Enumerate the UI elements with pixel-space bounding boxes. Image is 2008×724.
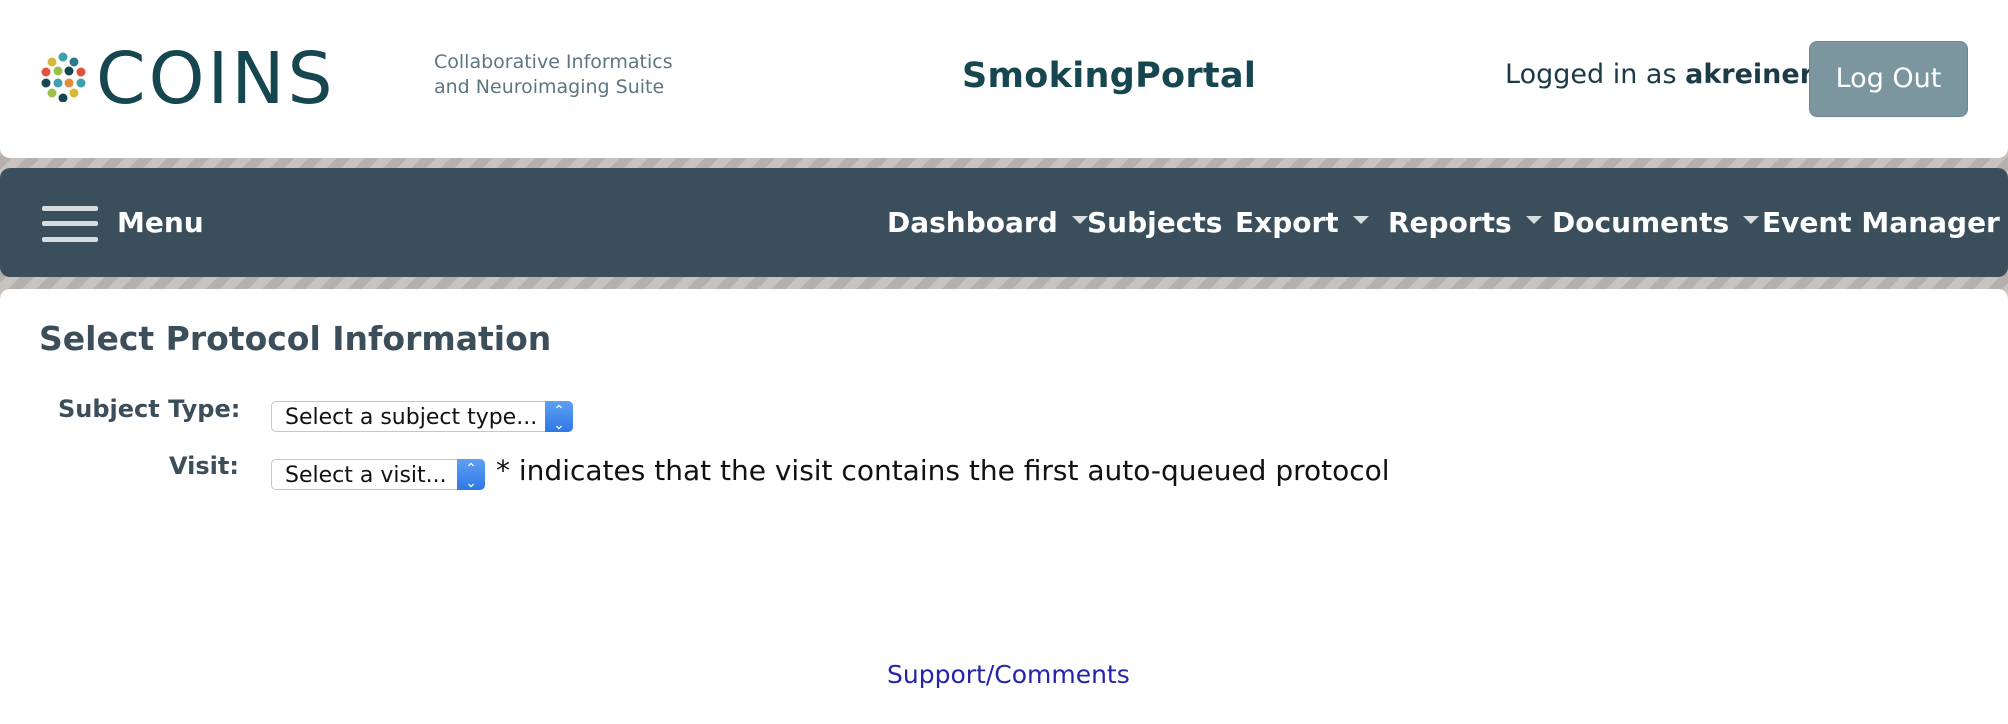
tagline-line-1: Collaborative Informatics [434, 51, 673, 73]
support-comments-link[interactable]: Support/Comments [887, 660, 1130, 689]
nav-item-reports[interactable]: Reports [1388, 206, 1542, 239]
nav-item-documents[interactable]: Documents [1552, 206, 1760, 239]
nav-item-subjects[interactable]: Subjects [1087, 206, 1222, 239]
logo-tagline: Collaborative Informatics and Neuroimagi… [434, 50, 673, 100]
nav-item-label: Subjects [1087, 206, 1223, 239]
caret-down-icon [1743, 216, 1760, 224]
subject-type-value: Select a subject type... [285, 405, 538, 430]
portal-name: SmokingPortal [962, 56, 1257, 96]
nav-item-label: Reports [1388, 206, 1512, 239]
logo-dots-icon [41, 52, 86, 102]
caret-down-icon [1525, 216, 1542, 224]
page-title: Select Protocol Information [39, 319, 552, 358]
caret-down-icon [1071, 216, 1088, 224]
hamburger-menu-icon[interactable] [42, 206, 98, 242]
visit-select[interactable]: Select a visit... ⌃ ⌃ [271, 459, 485, 490]
subject-type-label: Subject Type: [58, 395, 241, 423]
select-arrows-icon: ⌃ ⌃ [545, 401, 573, 432]
menu-toggle[interactable]: Menu [117, 206, 204, 239]
app-header: COINS Collaborative Informatics and Neur… [0, 0, 2008, 158]
nav-item-label: Documents [1552, 206, 1730, 239]
nav-item-label: Export [1235, 206, 1339, 239]
nav-item-label: Dashboard [887, 206, 1058, 239]
caret-down-icon [1352, 216, 1369, 224]
logged-in-prefix: Logged in as [1505, 59, 1677, 90]
logout-button[interactable]: Log Out [1809, 41, 1968, 117]
nav-item-dashboard[interactable]: Dashboard [887, 206, 1088, 239]
logged-in-status: Logged in as akreiner [1505, 59, 1813, 90]
tagline-line-2: and Neuroimaging Suite [434, 76, 665, 98]
nav-item-export[interactable]: Export [1235, 206, 1369, 239]
coins-logo[interactable]: COINS [38, 40, 408, 118]
subject-type-select[interactable]: Select a subject type... ⌃ ⌃ [271, 401, 573, 432]
select-arrows-icon: ⌃ ⌃ [457, 459, 485, 490]
main-navbar: Menu Dashboard Subjects Export Reports D… [0, 168, 2008, 277]
nav-item-label: Event Manager [1762, 206, 2000, 239]
logo-wordmark: COINS [96, 37, 336, 120]
nav-item-event-manager[interactable]: Event Manager [1762, 206, 2008, 239]
visit-value: Select a visit... [285, 463, 447, 488]
username: akreiner [1685, 59, 1814, 90]
visit-label: Visit: [169, 452, 239, 480]
main-content: Select Protocol Information Subject Type… [0, 289, 2008, 724]
visit-hint: * indicates that the visit contains the … [496, 454, 1390, 487]
